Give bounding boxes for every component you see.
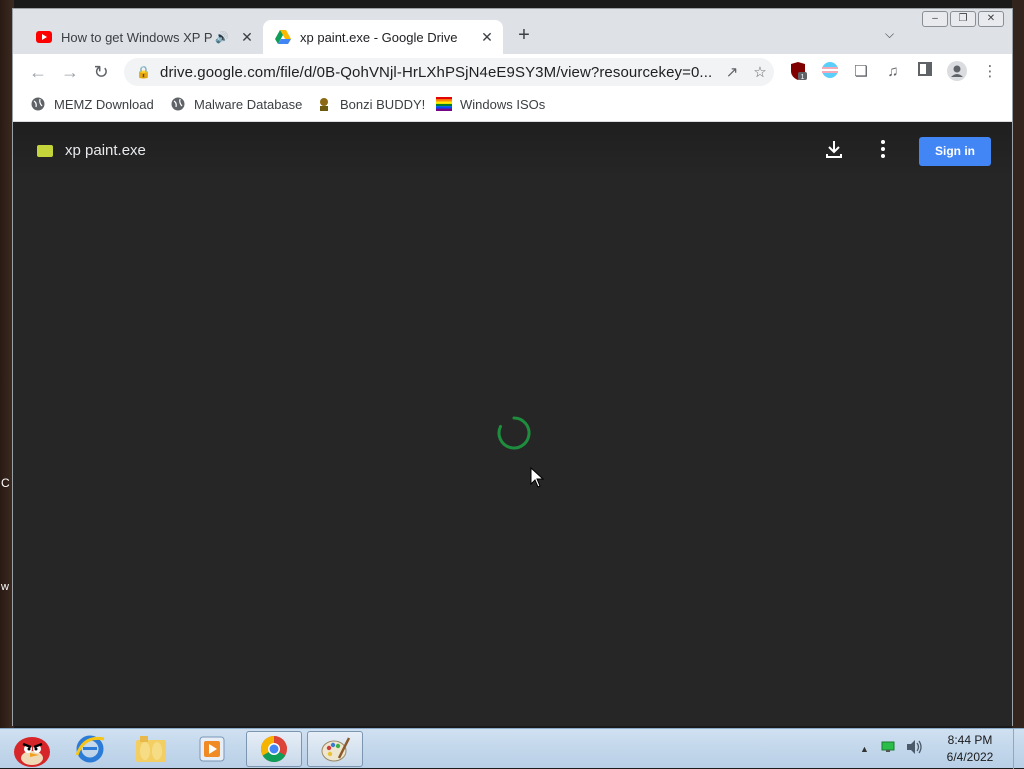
media-controls-icon[interactable]: ♫ [882, 61, 904, 83]
google-drive-icon [275, 29, 291, 45]
browser-window: How to get Windows XP P 🔊 ✕ xp paint.exe… [12, 8, 1013, 726]
restore-button[interactable]: ❐ [950, 11, 976, 27]
kebab-menu-icon[interactable]: ⋮ [979, 61, 1001, 83]
clock-date: 6/4/2022 [946, 750, 994, 764]
file-title: xp paint.exe [37, 142, 146, 159]
window-controls: – ❐ ✕ [922, 11, 1004, 27]
angry-birds-icon[interactable] [2, 731, 58, 767]
pride-extension-icon[interactable] [819, 61, 841, 83]
forward-arrow-icon[interactable]: → [59, 61, 81, 83]
bookmark-memz[interactable]: MEMZ Download [30, 96, 154, 112]
network-icon[interactable] [881, 740, 895, 758]
bookmarks-bar: MEMZ Download Malware Database Bonzi BUD… [13, 89, 1012, 122]
rainbow-flag-icon [436, 96, 452, 112]
file-type-icon [37, 144, 53, 157]
address-bar[interactable]: 🔒 drive.google.com/file/d/0B-QohVNjl-HrL… [124, 58, 774, 86]
system-clock[interactable]: 8:44 PM 6/4/2022 [930, 732, 1010, 766]
internet-explorer-icon[interactable] [62, 731, 118, 767]
tab-title: xp paint.exe - Google Drive [300, 29, 458, 45]
chevron-down-icon[interactable]: ⌵ [885, 27, 894, 42]
file-name: xp paint.exe [65, 142, 146, 159]
desktop-text-fragment: C [1, 476, 10, 490]
new-tab-button[interactable]: + [513, 24, 535, 47]
bookmark-star-icon[interactable]: ☆ [746, 63, 774, 81]
share-icon[interactable]: ↗ [718, 63, 746, 81]
extension-badge: 1 [801, 74, 805, 81]
media-player-icon[interactable] [184, 731, 240, 767]
folders-icon[interactable] [123, 731, 179, 767]
bookmark-bonzi-buddy[interactable]: Bonzi BUDDY! [316, 96, 425, 112]
youtube-icon [36, 29, 52, 45]
address-url[interactable]: drive.google.com/file/d/0B-QohVNjl-HrLXh… [160, 64, 718, 81]
sign-in-button[interactable]: Sign in [919, 137, 991, 166]
show-hidden-icons-icon[interactable]: ▲ [860, 744, 869, 754]
bookmark-label: Bonzi BUDDY! [340, 96, 426, 112]
profile-avatar-icon[interactable] [946, 61, 968, 83]
close-window-button[interactable]: ✕ [978, 11, 1004, 27]
reload-icon[interactable]: ↻ [90, 61, 112, 83]
ublock-extension-icon[interactable]: 1 [787, 61, 809, 83]
lock-icon[interactable]: 🔒 [136, 65, 151, 79]
bookmark-label: Windows ISOs [460, 96, 546, 112]
loading-spinner-icon [497, 416, 531, 455]
tab-google-drive[interactable]: xp paint.exe - Google Drive ✕ [263, 20, 503, 54]
drive-viewer: xp paint.exe Sign in [13, 122, 1012, 726]
bookmark-malware-database[interactable]: Malware Database [170, 96, 302, 112]
tab-youtube[interactable]: How to get Windows XP P 🔊 ✕ [27, 20, 263, 54]
bookmark-windows-isos[interactable]: Windows ISOs [436, 96, 545, 112]
close-tab-icon[interactable]: ✕ [477, 29, 497, 46]
clock-time: 8:44 PM [947, 733, 993, 747]
show-desktop-button[interactable] [1013, 729, 1024, 769]
tab-strip: How to get Windows XP P 🔊 ✕ xp paint.exe… [13, 9, 1012, 54]
desktop-text-fragment: w [1, 581, 9, 593]
globe-icon [30, 96, 46, 112]
bookmark-label: MEMZ Download [54, 96, 154, 112]
minimize-button[interactable]: – [922, 11, 948, 27]
mouse-cursor-icon [530, 466, 545, 494]
back-arrow-icon[interactable]: ← [27, 61, 49, 83]
browser-toolbar: ← → ↻ 🔒 drive.google.com/file/d/0B-QohVN… [13, 54, 1012, 89]
close-tab-icon[interactable]: ✕ [237, 29, 257, 46]
speaker-icon[interactable]: 🔊 [215, 31, 229, 44]
globe-icon [170, 96, 186, 112]
volume-icon[interactable] [905, 739, 923, 760]
tab-title: How to get Windows XP P [61, 29, 213, 45]
taskbar: ▲ 8:44 PM 6/4/2022 [0, 728, 1024, 769]
system-tray: ▲ [860, 729, 923, 769]
bonzi-icon [316, 96, 332, 112]
paint-icon[interactable] [307, 731, 363, 767]
side-panel-icon[interactable] [914, 61, 936, 83]
drive-header: xp paint.exe Sign in [13, 122, 1012, 178]
chrome-icon[interactable] [246, 731, 302, 767]
more-options-icon[interactable] [879, 139, 887, 164]
bookmark-label: Malware Database [194, 96, 303, 112]
puzzle-icon[interactable]: ❏ [850, 61, 872, 83]
download-icon[interactable] [824, 139, 844, 164]
